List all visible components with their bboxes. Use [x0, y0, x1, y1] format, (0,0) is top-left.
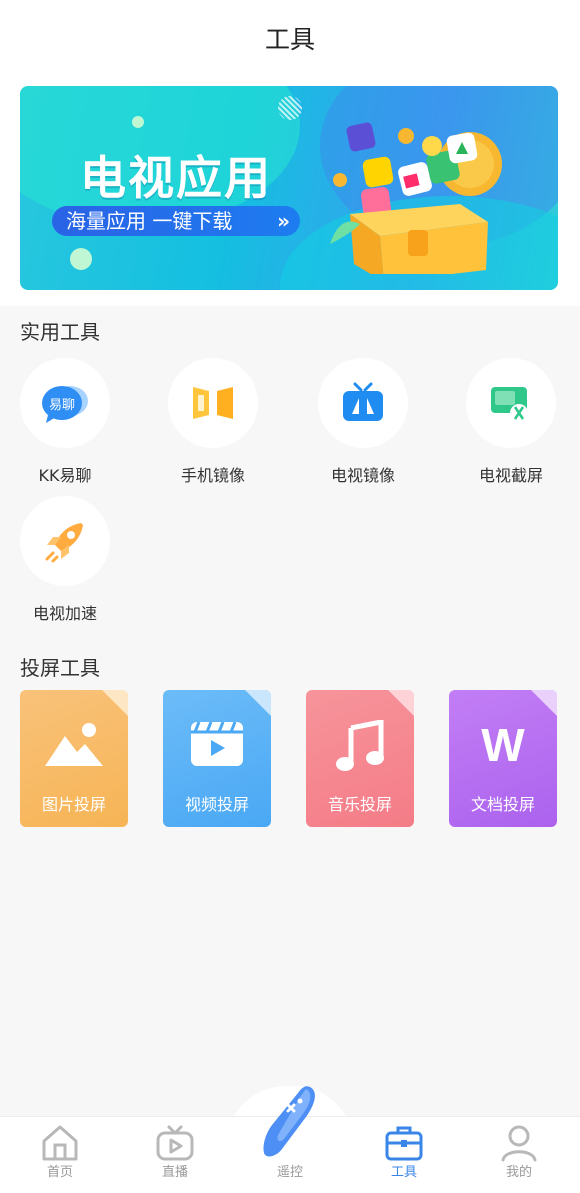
tool-label: KK易聊	[38, 466, 92, 485]
tool-label: 电视加速	[32, 604, 97, 623]
cast-video-card[interactable]: 视频投屏	[163, 690, 271, 827]
banner-decoration	[278, 96, 302, 120]
tool-kk-chat[interactable]: 易聊 KK易聊	[10, 358, 120, 486]
banner-decoration	[70, 248, 92, 270]
kk-chat-badge: 易聊	[49, 398, 75, 413]
banner-decoration	[132, 116, 144, 128]
tool-label: 电视镜像	[330, 466, 395, 485]
page-fold	[245, 690, 271, 716]
banner-subtitle: 海量应用 一键下载	[66, 209, 233, 233]
tool-phone-mirror[interactable]: 手机镜像	[158, 358, 268, 486]
cast-label: 视频投屏	[184, 795, 249, 814]
page-fold	[388, 690, 414, 716]
kk-chat-icon: 易聊	[42, 386, 88, 423]
rocket-icon	[45, 523, 83, 563]
tool-tv-accelerate[interactable]: 电视加速	[10, 496, 120, 624]
tv-screenshot-icon	[491, 387, 528, 422]
tool-circle	[20, 496, 110, 586]
tab-label: 工具	[390, 1165, 417, 1180]
cast-music-card[interactable]: 音乐投屏	[306, 690, 414, 827]
music-icon	[306, 720, 414, 772]
tab-tools[interactable]: 工具	[346, 1117, 462, 1193]
header: 工具 电视应用 海量应用 一键下载 »	[0, 0, 580, 306]
tool-label: 电视截屏	[478, 466, 543, 485]
tool-label: 手机镜像	[180, 466, 245, 485]
tab-label: 我的	[505, 1165, 532, 1180]
tab-remote[interactable]: 遥控	[232, 1086, 348, 1193]
tab-home[interactable]: 首页	[2, 1117, 118, 1193]
cast-label: 图片投屏	[41, 795, 106, 814]
tv-mirror-icon	[343, 382, 383, 421]
cast-image-card[interactable]: 图片投屏	[20, 690, 128, 827]
cast-tools-title: 投屏工具	[20, 656, 100, 680]
user-icon	[501, 1125, 537, 1162]
banner-title: 电视应用	[80, 151, 272, 205]
remote-icon	[263, 1086, 315, 1157]
live-tv-icon	[156, 1125, 194, 1161]
banner-subtitle-pill[interactable]: 海量应用 一键下载 »	[52, 206, 300, 236]
page-fold	[102, 690, 128, 716]
double-chevron-right-icon: »	[277, 209, 290, 233]
image-icon	[20, 720, 128, 770]
tool-circle: 易聊	[20, 358, 110, 448]
tool-circle	[466, 358, 556, 448]
doc-glyph: W	[481, 719, 525, 771]
practical-tools-title: 实用工具	[20, 320, 100, 344]
tool-circle	[318, 358, 408, 448]
tab-label: 直播	[161, 1165, 188, 1180]
cast-label: 文档投屏	[470, 795, 535, 814]
phone-mirror-icon	[193, 387, 233, 419]
tool-tv-screenshot[interactable]: 电视截屏	[456, 358, 566, 486]
home-icon	[42, 1125, 78, 1161]
cast-document-card[interactable]: W 文档投屏	[449, 690, 557, 827]
treasure-chest-icon	[330, 122, 502, 274]
cast-label: 音乐投屏	[327, 795, 392, 814]
tab-live[interactable]: 直播	[117, 1117, 233, 1193]
page-title: 工具	[264, 25, 315, 54]
video-icon	[163, 720, 271, 768]
tv-apps-banner[interactable]: 电视应用 海量应用 一键下载 »	[20, 86, 558, 290]
tool-circle	[168, 358, 258, 448]
tab-label: 遥控	[276, 1165, 303, 1180]
tool-tv-mirror[interactable]: 电视镜像	[308, 358, 418, 486]
bottom-tab-bar: 首页 直播 遥控 工具 我的	[0, 1086, 580, 1193]
word-doc-icon: W	[449, 718, 557, 772]
toolbox-icon	[385, 1126, 423, 1161]
page-fold	[531, 690, 557, 716]
tab-mine[interactable]: 我的	[461, 1117, 577, 1193]
tab-label: 首页	[46, 1165, 73, 1180]
